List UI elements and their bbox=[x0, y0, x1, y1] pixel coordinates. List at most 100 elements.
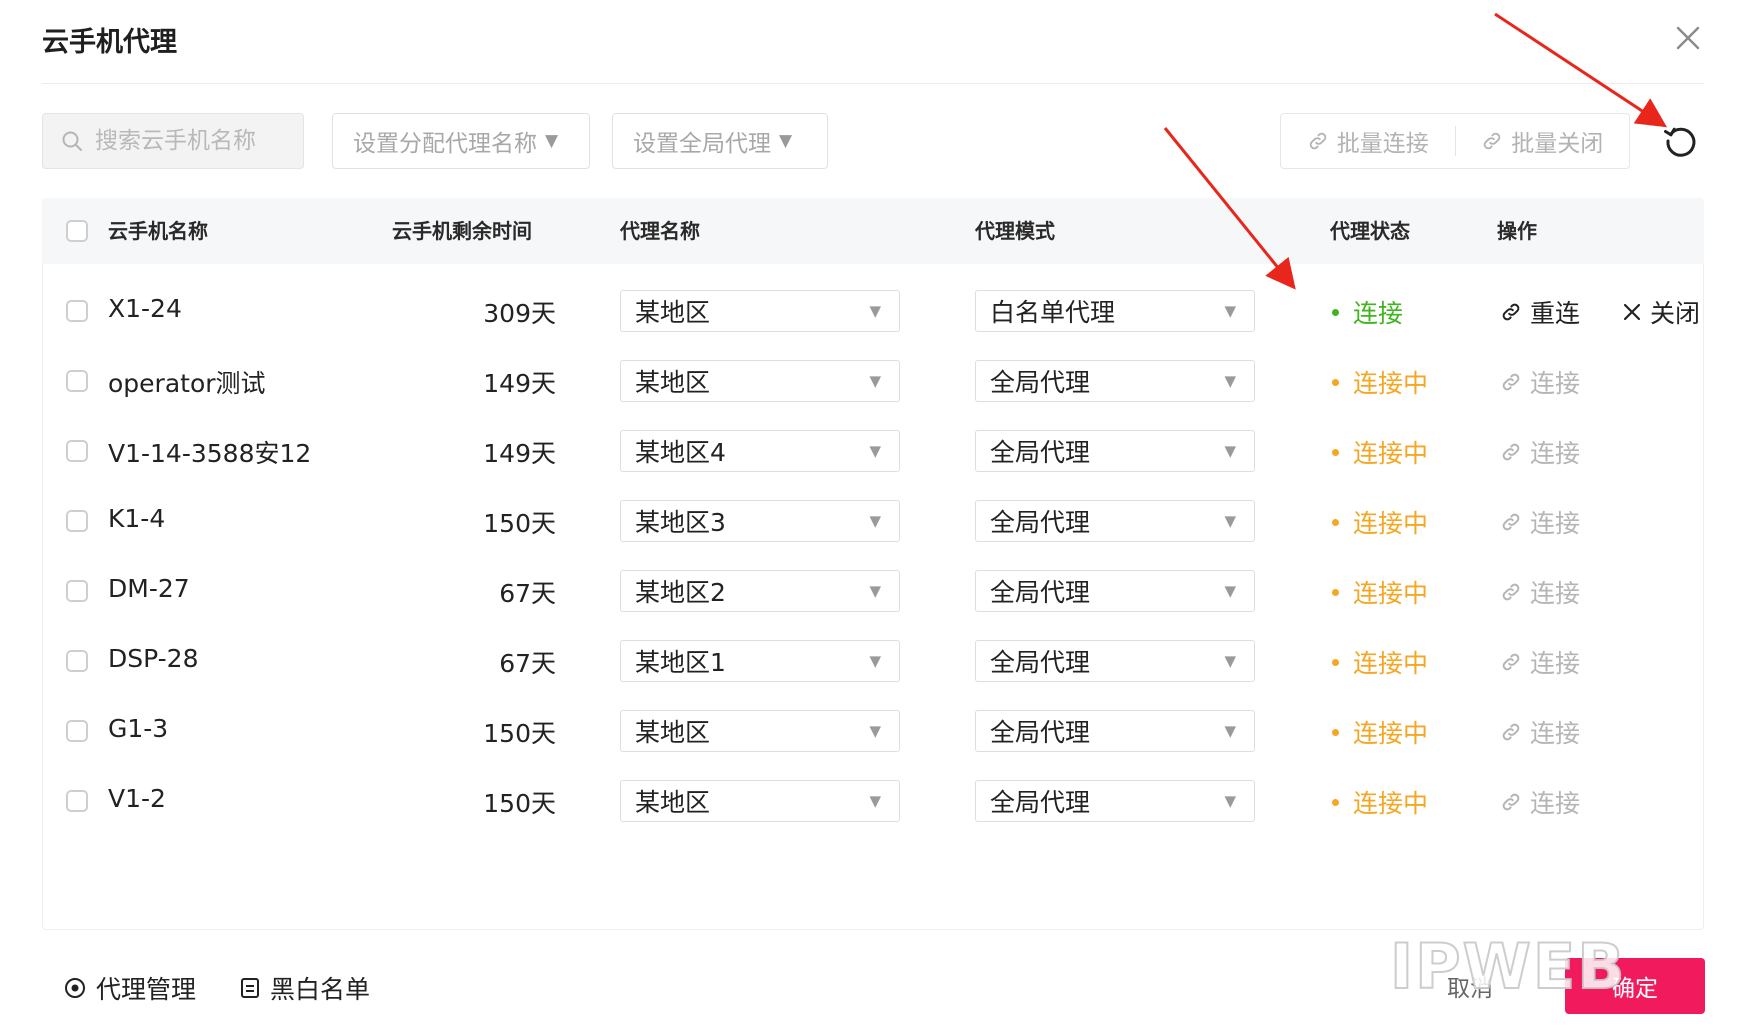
row-name: operator测试 bbox=[108, 369, 266, 398]
row-mode-select[interactable]: 全局代理 ▼ bbox=[975, 780, 1255, 822]
row-status-label: 连接中 bbox=[1353, 719, 1429, 748]
connect-button[interactable]: 连接 bbox=[1500, 784, 1580, 820]
connect-button[interactable]: 连接 bbox=[1500, 434, 1580, 470]
connect-button[interactable]: 连接 bbox=[1500, 364, 1580, 400]
batch-close-button[interactable]: 批量关闭 bbox=[1456, 114, 1630, 168]
refresh-icon[interactable] bbox=[1662, 122, 1700, 160]
blackwhite-list-link[interactable]: 黑白名单 bbox=[240, 970, 370, 1006]
caret-down-icon: ▼ bbox=[1224, 442, 1236, 460]
proxy-manage-link[interactable]: 代理管理 bbox=[64, 970, 196, 1006]
connect-button[interactable]: 连接 bbox=[1500, 574, 1580, 610]
row-status-label: 连接中 bbox=[1353, 369, 1429, 398]
row-proxy-select[interactable]: 某地区 ▼ bbox=[620, 780, 900, 822]
row-mode-select[interactable]: 全局代理 ▼ bbox=[975, 640, 1255, 682]
connect-label: 连接 bbox=[1530, 439, 1581, 468]
row-checkbox[interactable] bbox=[66, 300, 88, 322]
row-mode-select[interactable]: 全局代理 ▼ bbox=[975, 500, 1255, 542]
row-name: X1-24 bbox=[108, 294, 182, 323]
global-proxy-select[interactable]: 设置全局代理 ▼ bbox=[612, 113, 828, 169]
row-mode-select[interactable]: 全局代理 ▼ bbox=[975, 570, 1255, 612]
status-dot-connecting bbox=[1332, 798, 1339, 806]
row-remaining: 150天 bbox=[483, 509, 556, 538]
row-proxy-select[interactable]: 某地区4 ▼ bbox=[620, 430, 900, 472]
row-remaining: 309天 bbox=[483, 299, 556, 328]
row-proxy-select[interactable]: 某地区 ▼ bbox=[620, 290, 900, 332]
row-checkbox[interactable] bbox=[66, 510, 88, 532]
caret-down-icon: ▼ bbox=[869, 442, 881, 460]
close-icon[interactable] bbox=[1672, 22, 1704, 54]
row-checkbox[interactable] bbox=[66, 790, 88, 812]
table-row: operator测试 149天 某地区 ▼ 全局代理 ▼ 连接中 连接 bbox=[0, 360, 1746, 402]
batch-connect-button[interactable]: 批量连接 bbox=[1281, 114, 1455, 168]
close-icon bbox=[1623, 303, 1641, 321]
row-checkbox[interactable] bbox=[66, 580, 88, 602]
select-all-checkbox[interactable] bbox=[66, 220, 88, 242]
row-mode-select[interactable]: 全局代理 ▼ bbox=[975, 710, 1255, 752]
row-proxy-value: 某地区3 bbox=[635, 508, 726, 537]
row-status-label: 连接 bbox=[1353, 299, 1404, 328]
row-proxy-select[interactable]: 某地区 ▼ bbox=[620, 710, 900, 752]
global-proxy-label: 设置全局代理 bbox=[633, 131, 771, 157]
status-dot-connecting bbox=[1332, 588, 1339, 596]
caret-down-icon: ▼ bbox=[1224, 722, 1236, 740]
caret-down-icon: ▼ bbox=[1224, 652, 1236, 670]
link-icon bbox=[1502, 653, 1520, 671]
row-status-label: 连接中 bbox=[1353, 789, 1429, 818]
connect-button[interactable]: 连接 bbox=[1500, 504, 1580, 540]
caret-down-icon: ▼ bbox=[1224, 372, 1236, 390]
row-remaining: 149天 bbox=[483, 439, 556, 468]
row-status-label: 连接中 bbox=[1353, 579, 1429, 608]
row-proxy-select[interactable]: 某地区 ▼ bbox=[620, 360, 900, 402]
row-proxy-select[interactable]: 某地区1 ▼ bbox=[620, 640, 900, 682]
caret-down-icon: ▼ bbox=[869, 302, 881, 320]
status-dot-connected bbox=[1332, 308, 1339, 316]
caret-down-icon: ▼ bbox=[869, 582, 881, 600]
link-icon bbox=[1309, 132, 1326, 150]
table-header bbox=[42, 198, 1704, 264]
search-input[interactable] bbox=[93, 127, 297, 155]
row-proxy-value: 某地区1 bbox=[635, 648, 726, 677]
link-icon bbox=[1502, 793, 1520, 811]
row-status: 连接中 bbox=[1332, 574, 1428, 610]
row-status: 连接中 bbox=[1332, 364, 1428, 400]
row-mode-value: 全局代理 bbox=[990, 648, 1091, 677]
status-dot-connecting bbox=[1332, 728, 1339, 736]
row-checkbox[interactable] bbox=[66, 440, 88, 462]
row-checkbox[interactable] bbox=[66, 370, 88, 392]
status-dot-connecting bbox=[1332, 378, 1339, 386]
watermark: IPWEB bbox=[1389, 929, 1627, 1004]
header-proxy-status: 代理状态 bbox=[1330, 219, 1410, 243]
link-icon bbox=[1502, 513, 1520, 531]
row-mode-value: 全局代理 bbox=[990, 578, 1091, 607]
target-icon bbox=[65, 978, 85, 998]
search-box[interactable] bbox=[42, 113, 304, 169]
connect-button[interactable]: 连接 bbox=[1500, 644, 1580, 680]
link-icon bbox=[1484, 132, 1501, 150]
list-icon bbox=[241, 978, 259, 998]
caret-down-icon: ▼ bbox=[1224, 582, 1236, 600]
caret-down-icon: ▼ bbox=[1224, 302, 1236, 320]
row-checkbox[interactable] bbox=[66, 650, 88, 672]
proxy-manage-label: 代理管理 bbox=[96, 975, 197, 1004]
status-dot-connecting bbox=[1332, 658, 1339, 666]
row-name: G1-3 bbox=[108, 714, 169, 743]
reconnect-button[interactable]: 重连 bbox=[1500, 294, 1580, 330]
connect-button[interactable]: 连接 bbox=[1500, 714, 1580, 750]
link-icon bbox=[1502, 443, 1520, 461]
close-connection-button[interactable]: 关闭 bbox=[1622, 294, 1700, 330]
row-mode-value: 全局代理 bbox=[990, 718, 1091, 747]
row-checkbox[interactable] bbox=[66, 720, 88, 742]
caret-down-icon: ▼ bbox=[869, 792, 881, 810]
connect-label: 连接 bbox=[1530, 579, 1581, 608]
row-proxy-select[interactable]: 某地区2 ▼ bbox=[620, 570, 900, 612]
row-mode-select[interactable]: 全局代理 ▼ bbox=[975, 360, 1255, 402]
row-proxy-value: 某地区 bbox=[635, 368, 711, 397]
row-proxy-select[interactable]: 某地区3 ▼ bbox=[620, 500, 900, 542]
caret-down-icon: ▼ bbox=[869, 512, 881, 530]
assign-proxy-select[interactable]: 设置分配代理名称 ▼ bbox=[332, 113, 590, 169]
row-mode-select[interactable]: 全局代理 ▼ bbox=[975, 430, 1255, 472]
row-proxy-value: 某地区 bbox=[635, 718, 711, 747]
row-remaining: 150天 bbox=[483, 789, 556, 818]
link-icon bbox=[1502, 373, 1520, 391]
row-mode-select[interactable]: 白名单代理 ▼ bbox=[975, 290, 1255, 332]
